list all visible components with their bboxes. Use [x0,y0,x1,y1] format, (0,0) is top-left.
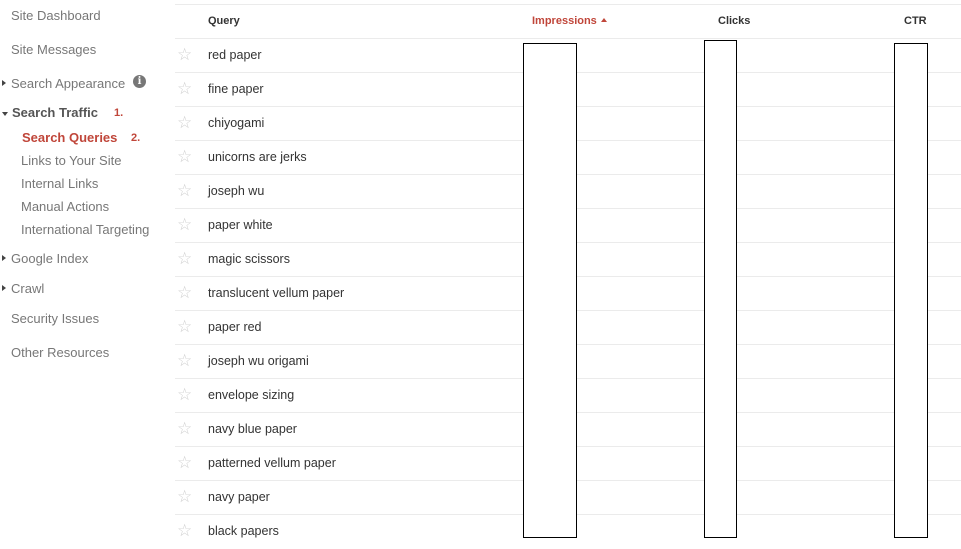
nav-manual-actions[interactable]: Manual Actions [21,199,109,214]
annotation-1: 1. [114,107,124,119]
sort-ascending-icon [600,18,607,22]
redacted-ctr-column [894,43,928,538]
nav-search-traffic[interactable]: Search Traffic [12,105,98,120]
redacted-impressions-column [523,43,577,538]
query-text[interactable]: red paper [208,48,262,62]
star-icon[interactable]: ☆ [177,454,192,471]
nav-international-targeting[interactable]: International Targeting [21,222,149,237]
sidebar-nav: Site Dashboard Site Messages Search Appe… [0,0,170,543]
query-text[interactable]: paper white [208,218,273,232]
query-text[interactable]: paper red [208,320,262,334]
table-top-divider [175,4,961,5]
column-header-impressions[interactable]: Impressions [532,15,607,27]
query-text[interactable]: patterned vellum paper [208,456,336,470]
nav-google-index[interactable]: Google Index [11,251,88,266]
query-text[interactable]: envelope sizing [208,388,294,402]
query-text[interactable]: navy blue paper [208,422,297,436]
star-icon[interactable]: ☆ [177,318,192,335]
star-icon[interactable]: ☆ [177,250,192,267]
expand-arrow-icon[interactable] [2,285,6,291]
star-icon[interactable]: ☆ [177,420,192,437]
nav-search-queries[interactable]: Search Queries [22,130,117,145]
info-icon[interactable]: i [133,75,146,88]
nav-security-issues[interactable]: Security Issues [11,311,99,326]
nav-links-to-your-site[interactable]: Links to Your Site [21,153,121,168]
nav-internal-links[interactable]: Internal Links [21,176,98,191]
query-text[interactable]: joseph wu [208,184,264,198]
column-header-ctr[interactable]: CTR [904,15,927,27]
query-text[interactable]: magic scissors [208,252,290,266]
star-icon[interactable]: ☆ [177,80,192,97]
search-queries-table: Query Impressions Clicks CTR ☆ red paper ☆… [175,0,961,543]
query-text[interactable]: navy paper [208,490,270,504]
star-icon[interactable]: ☆ [177,386,192,403]
expand-arrow-icon[interactable] [2,255,6,261]
column-header-clicks[interactable]: Clicks [718,15,750,27]
nav-site-messages[interactable]: Site Messages [11,42,96,57]
star-icon[interactable]: ☆ [177,148,192,165]
nav-other-resources[interactable]: Other Resources [11,345,109,360]
query-text[interactable]: chiyogami [208,116,264,130]
star-icon[interactable]: ☆ [177,488,192,505]
nav-site-dashboard[interactable]: Site Dashboard [11,8,101,23]
annotation-2: 2. [131,132,141,144]
impressions-label: Impressions [532,15,597,27]
query-text[interactable]: black papers [208,524,279,538]
star-icon[interactable]: ☆ [177,352,192,369]
redacted-clicks-column [704,40,737,538]
star-icon[interactable]: ☆ [177,216,192,233]
expand-arrow-icon[interactable] [2,80,6,86]
nav-search-appearance[interactable]: Search Appearance [11,76,125,91]
star-icon[interactable]: ☆ [177,284,192,301]
query-text[interactable]: fine paper [208,82,264,96]
nav-crawl[interactable]: Crawl [11,281,44,296]
query-text[interactable]: joseph wu origami [208,354,309,368]
query-text[interactable]: translucent vellum paper [208,286,344,300]
star-icon[interactable]: ☆ [177,522,192,539]
star-icon[interactable]: ☆ [177,114,192,131]
collapse-arrow-icon[interactable] [2,112,8,116]
star-icon[interactable]: ☆ [177,182,192,199]
column-header-query[interactable]: Query [208,15,240,27]
query-text[interactable]: unicorns are jerks [208,150,307,164]
star-icon[interactable]: ☆ [177,46,192,63]
